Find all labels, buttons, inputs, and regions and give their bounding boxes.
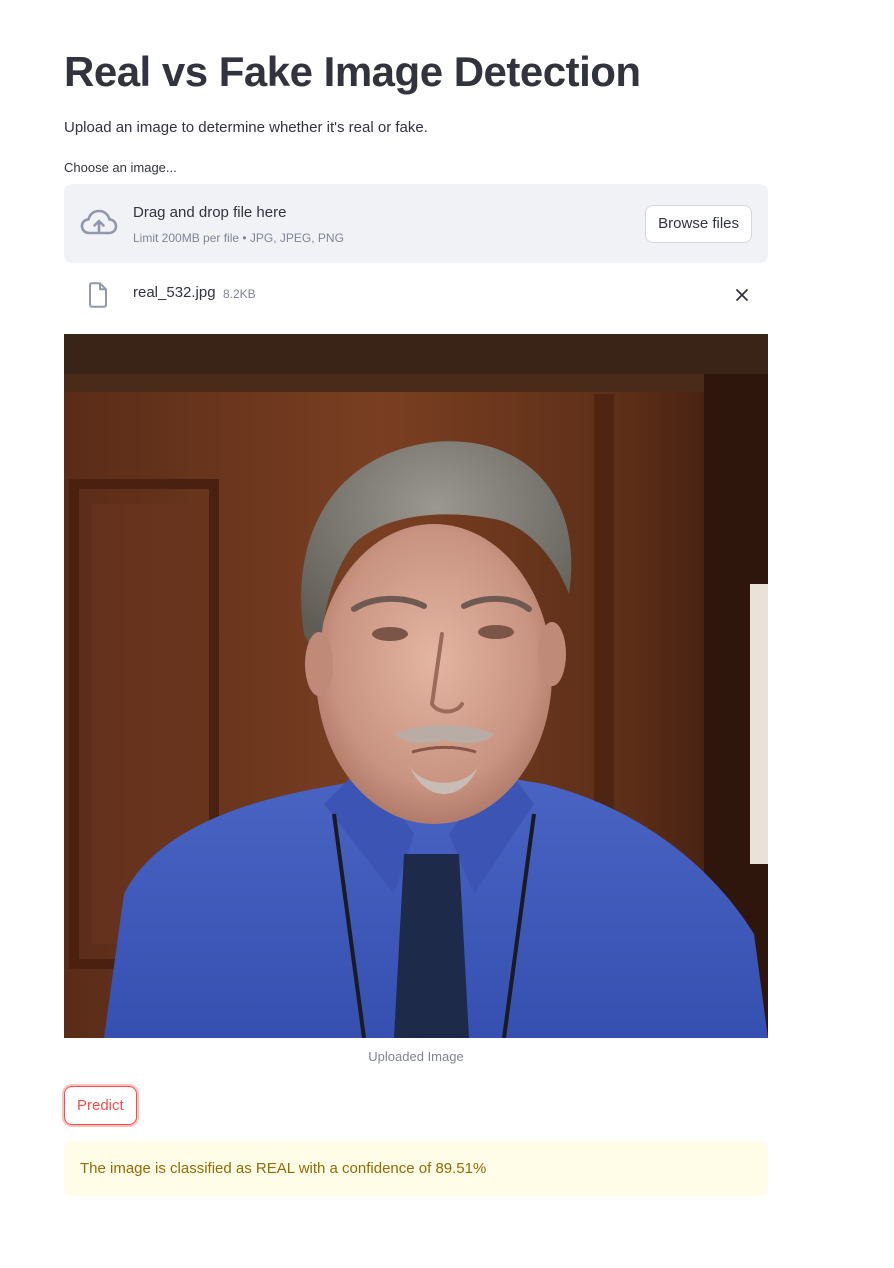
close-icon[interactable] bbox=[734, 287, 750, 303]
browse-files-button[interactable]: Browse files bbox=[645, 205, 752, 243]
uploaded-image bbox=[64, 334, 768, 1038]
predict-button[interactable]: Predict bbox=[64, 1086, 137, 1125]
dropzone-limits: Limit 200MB per file • JPG, JPEG, PNG bbox=[133, 231, 344, 245]
portrait-photo bbox=[64, 334, 768, 1038]
cloud-upload-icon bbox=[80, 209, 118, 235]
file-name: real_532.jpg bbox=[133, 284, 216, 301]
result-alert: The image is classified as REAL with a c… bbox=[64, 1141, 768, 1196]
page-subtitle: Upload an image to determine whether it'… bbox=[64, 119, 428, 136]
result-message: The image is classified as REAL with a c… bbox=[80, 1160, 487, 1177]
uploader-label: Choose an image... bbox=[64, 160, 177, 175]
image-caption: Uploaded Image bbox=[368, 1049, 464, 1064]
app-page: Real vs Fake Image Detection Upload an i… bbox=[0, 0, 894, 1268]
dropzone-instructions: Drag and drop file here bbox=[133, 204, 287, 221]
file-icon bbox=[89, 282, 107, 308]
page-title: Real vs Fake Image Detection bbox=[64, 48, 641, 95]
file-dropzone[interactable]: Drag and drop file here Limit 200MB per … bbox=[64, 184, 768, 263]
file-size: 8.2KB bbox=[223, 287, 256, 301]
uploaded-file-row: real_532.jpg 8.2KB bbox=[64, 278, 768, 312]
